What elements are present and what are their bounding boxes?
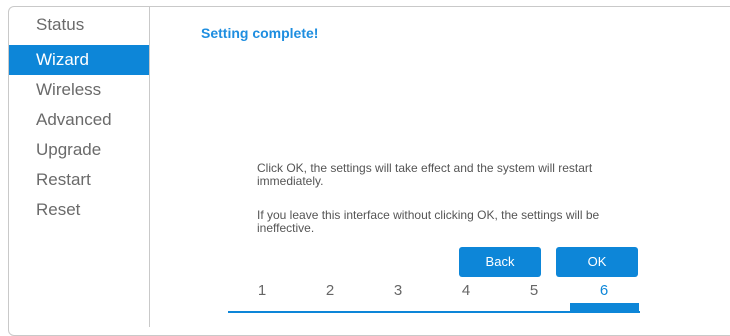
ok-button[interactable]: OK bbox=[556, 247, 638, 277]
sidebar-item-advanced[interactable]: Advanced bbox=[9, 105, 149, 135]
ineffective-warning-text: If you leave this interface without clic… bbox=[257, 208, 600, 235]
step-progress-current-indicator bbox=[570, 303, 639, 313]
sidebar-item-restart[interactable]: Restart bbox=[9, 165, 149, 195]
step-3: 3 bbox=[393, 282, 403, 299]
sidebar-nav: Status Wizard Wireless Advanced Upgrade … bbox=[9, 10, 150, 323]
back-button[interactable]: Back bbox=[459, 247, 541, 277]
step-1: 1 bbox=[257, 282, 267, 299]
sidebar-item-reset[interactable]: Reset bbox=[9, 195, 149, 225]
page-title: Setting complete! bbox=[201, 25, 319, 41]
sidebar-item-status[interactable]: Status bbox=[9, 10, 149, 40]
sidebar-item-wireless[interactable]: Wireless bbox=[9, 75, 149, 105]
step-5: 5 bbox=[529, 282, 539, 299]
sidebar-item-upgrade[interactable]: Upgrade bbox=[9, 135, 149, 165]
step-2: 2 bbox=[325, 282, 335, 299]
step-4: 4 bbox=[461, 282, 471, 299]
sidebar-item-wizard[interactable]: Wizard bbox=[9, 45, 149, 75]
step-6-current: 6 bbox=[599, 282, 609, 299]
restart-notice-text: Click OK, the settings will take effect … bbox=[257, 161, 593, 188]
router-wizard-page: Status Wizard Wireless Advanced Upgrade … bbox=[0, 0, 730, 336]
